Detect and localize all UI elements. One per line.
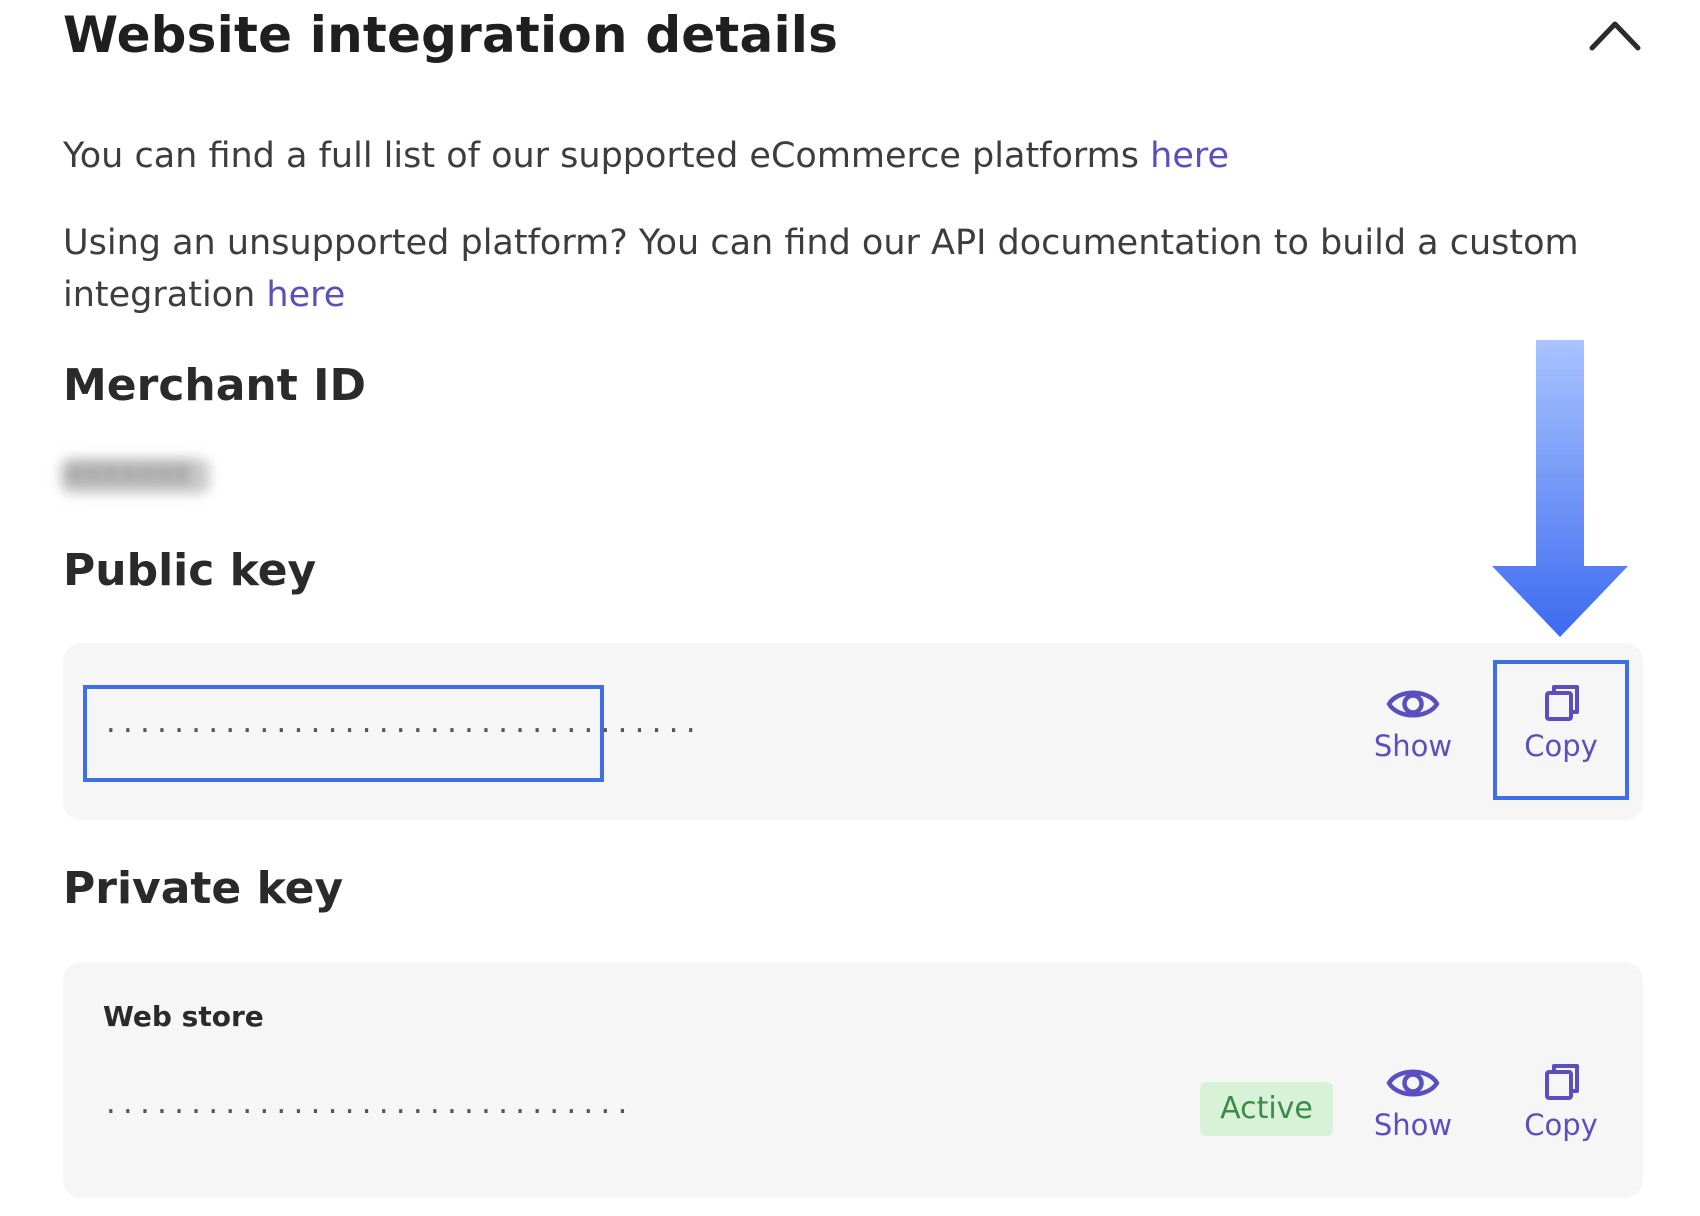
public-key-copy-label: Copy <box>1524 729 1598 763</box>
public-key-card: ................................... Show… <box>63 643 1643 820</box>
private-key-show-button[interactable]: Show <box>1353 1062 1473 1142</box>
supported-platforms-label: You can find a full list of our supporte… <box>63 136 1151 176</box>
status-badge: Active <box>1200 1082 1333 1136</box>
copy-icon <box>1545 1064 1579 1100</box>
api-docs-link[interactable]: here <box>266 275 345 315</box>
public-key-copy-button[interactable]: Copy <box>1501 683 1621 763</box>
pointer-arrow <box>1488 340 1632 644</box>
public-key-heading: Public key <box>63 545 317 596</box>
private-key-copy-button[interactable]: Copy <box>1501 1062 1621 1142</box>
eye-icon <box>1386 1069 1440 1097</box>
public-key-show-label: Show <box>1373 729 1453 763</box>
private-key-copy-label: Copy <box>1524 1108 1598 1142</box>
eye-icon <box>1386 690 1440 718</box>
private-key-masked-value[interactable]: ............................... <box>103 1090 632 1120</box>
collapse-button[interactable] <box>1586 14 1644 54</box>
public-key-masked-value[interactable]: ................................... <box>103 709 700 739</box>
merchant-id-heading: Merchant ID <box>63 360 366 411</box>
private-key-heading: Private key <box>63 863 344 914</box>
copy-icon <box>1545 685 1579 721</box>
private-key-show-label: Show <box>1373 1108 1453 1142</box>
supported-platforms-link[interactable]: here <box>1150 136 1229 176</box>
page-title: Website integration details <box>63 6 839 64</box>
public-key-show-button[interactable]: Show <box>1353 683 1473 763</box>
api-docs-text: Using an unsupported platform? You can f… <box>63 217 1593 321</box>
merchant-id-value: XXXXXXX <box>66 460 191 490</box>
supported-platforms-text: You can find a full list of our supporte… <box>63 130 1593 182</box>
chevron-up-icon <box>1589 21 1641 51</box>
web-store-label: Web store <box>103 1000 264 1033</box>
